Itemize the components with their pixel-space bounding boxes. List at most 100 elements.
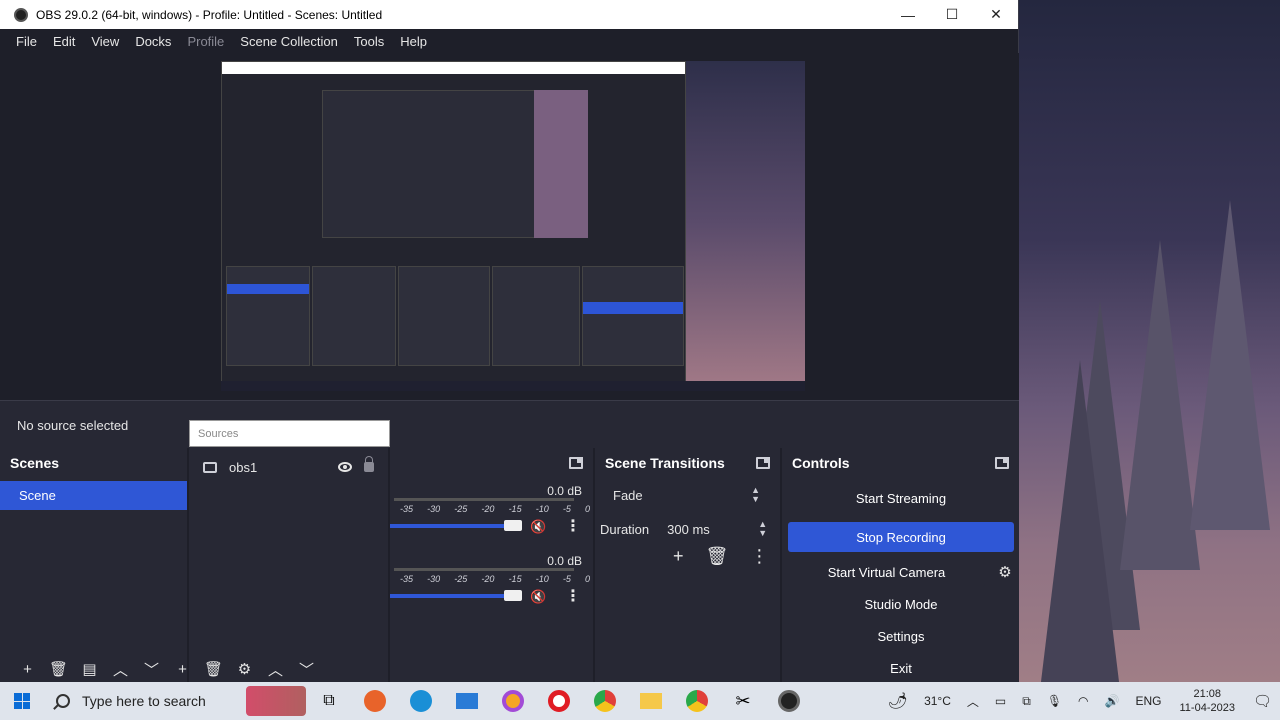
menu-edit[interactable]: Edit bbox=[45, 34, 83, 49]
mixer-channel-1: 0.0 dB -35 -30 -25 -20 -15 -10 -5 0 🔇 ⋮ bbox=[390, 484, 590, 544]
updown-arrows-icon: ▲ ▼ bbox=[751, 485, 760, 504]
transition-buttons: + 🗑 ⋮ bbox=[595, 546, 780, 567]
tick: -5 bbox=[562, 504, 571, 514]
transitions-float-icon[interactable] bbox=[756, 457, 770, 469]
controls-float-icon[interactable] bbox=[995, 457, 1009, 469]
app-ring-icon[interactable] bbox=[490, 690, 536, 712]
visibility-eye-icon[interactable] bbox=[338, 462, 352, 472]
display-capture-icon bbox=[203, 461, 217, 473]
channel-1-slider-handle[interactable] bbox=[504, 520, 522, 531]
channel-2-volume-slider[interactable] bbox=[390, 594, 520, 598]
studio-mode-button[interactable]: Studio Mode bbox=[788, 589, 1014, 619]
search-highlight-image bbox=[246, 686, 306, 716]
recursive-scenes-panel bbox=[226, 266, 310, 366]
source-toolbar: No source selected bbox=[0, 400, 1019, 448]
menu-docks[interactable]: Docks bbox=[127, 34, 179, 49]
tray-app-icon[interactable]: ⧉ bbox=[1014, 694, 1039, 709]
speaker-muted-icon[interactable]: 🔇 bbox=[530, 589, 546, 605]
stop-recording-button[interactable]: Stop Recording bbox=[788, 522, 1014, 552]
add-icon[interactable]: + bbox=[673, 546, 684, 567]
clock-date: 11-04-2023 bbox=[1179, 702, 1235, 714]
tick: -35 bbox=[400, 574, 414, 584]
duration-value: 300 ms bbox=[667, 522, 710, 537]
speaker-muted-icon[interactable]: 🔇 bbox=[530, 519, 546, 535]
maximize-button[interactable]: ☐ bbox=[930, 0, 974, 29]
weather-temp[interactable]: 31°C bbox=[916, 694, 959, 708]
close-button[interactable]: ✕ bbox=[974, 0, 1018, 29]
tick: -15 bbox=[508, 574, 522, 584]
volume-icon[interactable]: 🔊 bbox=[1097, 694, 1128, 708]
opera-icon[interactable] bbox=[536, 690, 582, 712]
start-button[interactable] bbox=[0, 693, 44, 709]
scenes-title: Scenes bbox=[10, 455, 60, 471]
lock-icon[interactable] bbox=[364, 456, 374, 472]
menu-view[interactable]: View bbox=[83, 34, 127, 49]
edge-icon[interactable] bbox=[398, 690, 444, 712]
chevron-up-icon[interactable]: ︿ bbox=[959, 693, 987, 710]
start-virtual-camera-button[interactable]: Start Virtual Camera bbox=[788, 557, 985, 587]
source-properties-gear-icon[interactable]: ⚙ bbox=[229, 660, 260, 678]
remove-scene-icon[interactable]: 🗑 bbox=[43, 660, 74, 678]
recursive-transitions-panel bbox=[492, 266, 580, 366]
tick: -5 bbox=[562, 574, 571, 584]
source-up-icon[interactable]: ︿ bbox=[260, 659, 291, 680]
chrome-profile-icon[interactable] bbox=[674, 690, 720, 712]
source-down-icon[interactable]: ﹀ bbox=[291, 659, 322, 680]
chrome-icon[interactable] bbox=[582, 690, 628, 712]
preview-canvas[interactable] bbox=[221, 61, 805, 391]
minimize-button[interactable]: — bbox=[886, 0, 930, 29]
trash-icon[interactable]: 🗑 bbox=[706, 546, 729, 567]
add-scene-icon[interactable]: + bbox=[12, 661, 43, 678]
channel-1-volume-slider[interactable] bbox=[390, 524, 520, 528]
settings-button[interactable]: Settings bbox=[788, 621, 1014, 651]
mail-icon[interactable] bbox=[444, 693, 490, 709]
menu-scene-collection[interactable]: Scene Collection bbox=[232, 34, 346, 49]
controls-dock: Controls Start Streaming Stop Recording … bbox=[782, 448, 1019, 683]
audio-mixer-dock: 0.0 dB -35 -30 -25 -20 -15 -10 -5 0 🔇 ⋮ … bbox=[390, 448, 595, 682]
task-view-icon[interactable]: ⧉ bbox=[306, 692, 352, 710]
sources-tooltip: Sources bbox=[189, 420, 390, 447]
firefox-icon[interactable] bbox=[352, 690, 398, 712]
transition-select[interactable]: Fade ▲ ▼ bbox=[601, 480, 768, 510]
duration-spinbox[interactable]: 300 ms ▲ ▼ bbox=[661, 516, 771, 542]
capcut-icon[interactable]: ✂ bbox=[720, 691, 766, 712]
recursive-scene-item bbox=[227, 284, 309, 294]
language-indicator[interactable]: ENG bbox=[1127, 694, 1169, 708]
more-options-icon[interactable]: ⋮ bbox=[565, 586, 581, 606]
start-streaming-button[interactable]: Start Streaming bbox=[788, 483, 1014, 513]
obs-taskbar-icon[interactable] bbox=[766, 690, 812, 712]
scene-list-item[interactable]: Scene bbox=[0, 481, 187, 510]
tick: -30 bbox=[427, 504, 441, 514]
more-options-icon[interactable]: ⋮ bbox=[750, 546, 768, 567]
tick: 0 bbox=[584, 574, 590, 584]
channel-2-slider-handle[interactable] bbox=[504, 590, 522, 601]
file-explorer-icon[interactable] bbox=[628, 693, 674, 709]
weather-icon[interactable]: 🌶 bbox=[880, 691, 916, 711]
source-list-item[interactable]: obs1 bbox=[189, 452, 388, 482]
battery-icon[interactable]: ▭ bbox=[987, 694, 1014, 708]
scene-filters-icon[interactable]: ▤ bbox=[74, 660, 105, 678]
channel-2-meter bbox=[394, 568, 574, 571]
menu-profile[interactable]: Profile bbox=[179, 34, 232, 49]
menu-file[interactable]: File bbox=[8, 34, 45, 49]
preview-area[interactable] bbox=[0, 53, 1019, 400]
exit-button[interactable]: Exit bbox=[788, 653, 1014, 683]
move-up-icon[interactable]: ︿ bbox=[105, 659, 136, 680]
recursive-wallpaper bbox=[534, 90, 588, 238]
taskbar-search[interactable]: Type here to search bbox=[44, 682, 244, 720]
remove-source-icon[interactable]: 🗑 bbox=[198, 660, 229, 678]
wifi-icon[interactable]: ◠ bbox=[1070, 694, 1096, 708]
move-down-icon[interactable]: ﹀ bbox=[136, 659, 167, 680]
gear-icon[interactable]: ⚙ bbox=[991, 563, 1019, 581]
clock[interactable]: 21:08 11-04-2023 bbox=[1170, 687, 1245, 715]
more-options-icon[interactable]: ⋮ bbox=[565, 516, 581, 536]
mixer-float-icon[interactable] bbox=[569, 457, 583, 469]
spin-arrows-icon[interactable]: ▲ ▼ bbox=[758, 520, 767, 538]
title-bar: OBS 29.0.2 (64-bit, windows) - Profile: … bbox=[0, 0, 1018, 29]
notifications-icon[interactable]: 🗨 bbox=[1245, 692, 1280, 710]
controls-title: Controls bbox=[792, 455, 850, 471]
add-source-icon[interactable]: + bbox=[167, 661, 198, 678]
menu-tools[interactable]: Tools bbox=[346, 34, 392, 49]
menu-help[interactable]: Help bbox=[392, 34, 435, 49]
microphone-icon[interactable]: 🎙 bbox=[1039, 694, 1070, 708]
